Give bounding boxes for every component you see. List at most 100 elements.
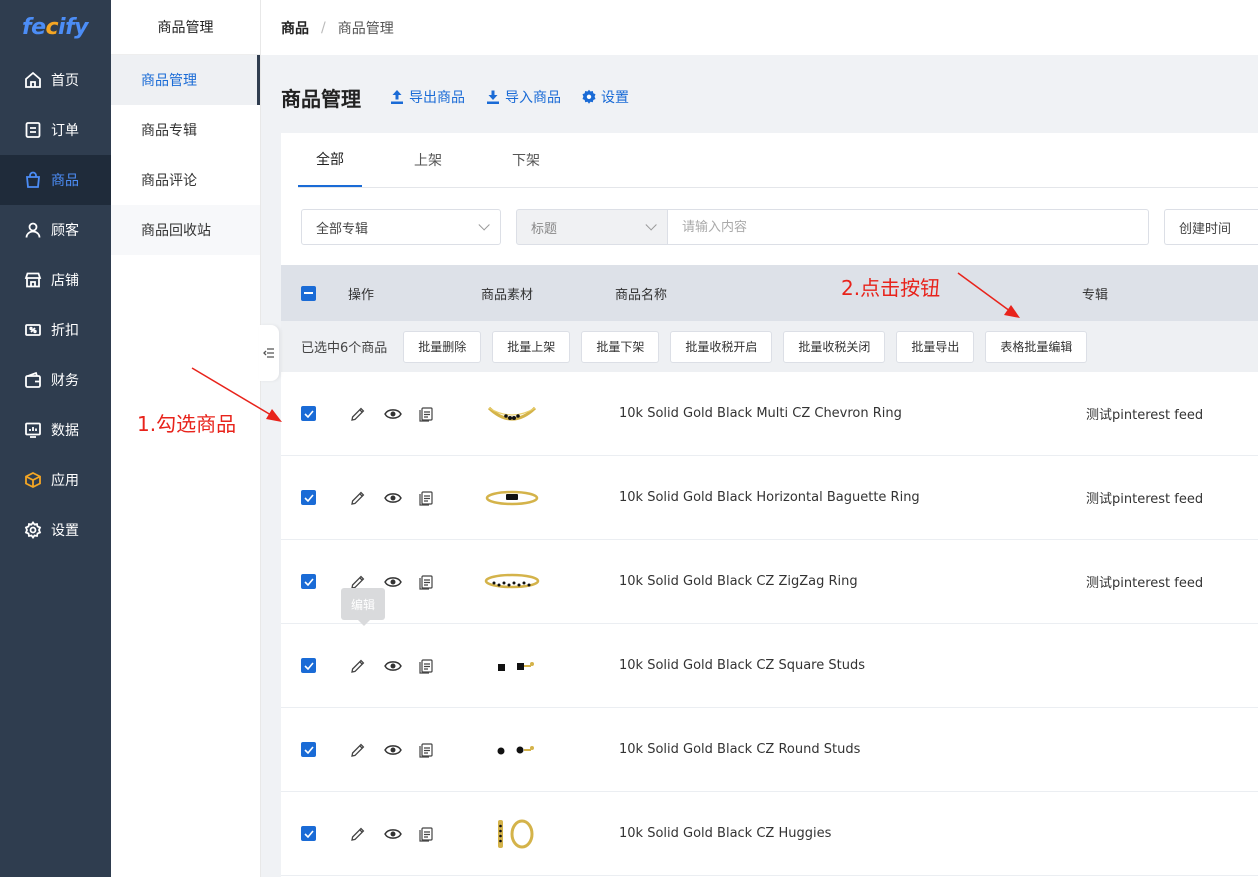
copy-doc-icon[interactable] xyxy=(416,572,436,592)
breadcrumb-root[interactable]: 商品 xyxy=(281,18,309,38)
export-products-button[interactable]: 导出商品 xyxy=(389,87,465,107)
sort-select-value: 创建时间 xyxy=(1179,221,1232,237)
collapse-sidebar-icon[interactable] xyxy=(259,325,279,381)
product-list-card: 全部 上架 下架 全部专辑 标题 创建时间 操作 商品素材 商品名称 专辑 已选… xyxy=(281,133,1258,877)
discount-icon xyxy=(23,320,43,340)
product-name[interactable]: 10k Solid Gold Black CZ ZigZag Ring xyxy=(619,574,858,589)
product-name[interactable]: 10k Solid Gold Black CZ Round Studs xyxy=(619,742,860,757)
row-checkbox[interactable] xyxy=(301,658,316,673)
nav-label-discount: 折扣 xyxy=(51,323,79,339)
row-checkbox[interactable] xyxy=(301,490,316,505)
product-album: 测试pinterest feed xyxy=(1086,492,1204,507)
product-name[interactable]: 10k Solid Gold Black Multi CZ Chevron Ri… xyxy=(619,406,902,421)
page-title: 商品管理 xyxy=(281,86,361,111)
edit-pencil-icon[interactable] xyxy=(348,656,368,676)
bulk-export-button[interactable]: 批量导出 xyxy=(896,330,975,363)
copy-doc-icon[interactable] xyxy=(416,404,436,424)
store-icon xyxy=(23,270,43,290)
album-select-value: 全部专辑 xyxy=(316,221,369,237)
breadcrumb-separator: / xyxy=(321,19,326,36)
tab-off-shelf[interactable]: 下架 xyxy=(494,133,558,187)
nav-item-discount[interactable]: 折扣 xyxy=(0,305,111,355)
nav-item-apps[interactable]: 应用 xyxy=(0,455,111,505)
row-checkbox[interactable] xyxy=(301,742,316,757)
preview-eye-icon[interactable] xyxy=(383,656,403,676)
preview-eye-icon[interactable] xyxy=(383,404,403,424)
gear-icon xyxy=(582,89,596,104)
product-thumbnail xyxy=(480,394,544,434)
row-checkbox[interactable] xyxy=(301,574,316,589)
nav-label-data: 数据 xyxy=(51,423,79,439)
copy-doc-icon[interactable] xyxy=(416,824,436,844)
edit-pencil-icon[interactable] xyxy=(348,740,368,760)
filter-row: 全部专辑 标题 创建时间 xyxy=(301,209,1258,245)
search-field-select[interactable]: 标题 xyxy=(516,209,668,245)
sort-select[interactable]: 创建时间 xyxy=(1164,209,1258,245)
subnav-title: 商品管理 xyxy=(111,0,260,55)
search-input[interactable] xyxy=(668,209,1149,245)
settings-link-label: 设置 xyxy=(601,90,629,106)
product-name[interactable]: 10k Solid Gold Black CZ Square Studs xyxy=(619,658,865,673)
table-row: 10k Solid Gold Black CZ Huggies xyxy=(281,792,1258,876)
copy-doc-icon[interactable] xyxy=(416,488,436,508)
bulk-tax-off-button[interactable]: 批量收税关闭 xyxy=(783,330,886,363)
bulk-action-bar: 已选中6个商品 批量删除 批量上架 批量下架 批量收税开启 批量收税关闭 批量导… xyxy=(281,321,1258,372)
preview-eye-icon[interactable] xyxy=(383,488,403,508)
copy-doc-icon[interactable] xyxy=(416,740,436,760)
tab-on-shelf[interactable]: 上架 xyxy=(396,133,460,187)
subnav-item-product-reviews[interactable]: 商品评论 xyxy=(111,155,260,205)
annotation-step2: 2.点击按钮 xyxy=(841,276,941,300)
main-sidebar: fe c ify 首页 订单 商品 顾客 店铺 折扣 财务 数据 应用 设置 xyxy=(0,0,111,877)
import-products-button[interactable]: 导入商品 xyxy=(485,87,561,107)
breadcrumb-current: 商品管理 xyxy=(337,20,394,37)
subnav-item-product-management[interactable]: 商品管理 xyxy=(111,55,260,105)
upload-icon xyxy=(391,90,403,104)
edit-pencil-icon[interactable] xyxy=(348,824,368,844)
nav-item-settings[interactable]: 设置 xyxy=(0,505,111,555)
nav-label-home: 首页 xyxy=(51,73,79,89)
logo-text-end: ify xyxy=(58,15,88,40)
product-thumbnail xyxy=(480,814,544,854)
nav-item-data[interactable]: 数据 xyxy=(0,405,111,455)
selected-count: 已选中6个商品 xyxy=(301,341,388,356)
copy-doc-icon[interactable] xyxy=(416,656,436,676)
status-tabs: 全部 上架 下架 xyxy=(298,133,1258,188)
table-row: 10k Solid Gold Black CZ Square Studs xyxy=(281,624,1258,708)
fecify-logo[interactable]: fe c ify xyxy=(0,0,111,55)
nav-item-finance[interactable]: 财务 xyxy=(0,355,111,405)
tab-all[interactable]: 全部 xyxy=(298,133,362,187)
edit-pencil-icon[interactable] xyxy=(348,488,368,508)
row-checkbox[interactable] xyxy=(301,406,316,421)
nav-item-products[interactable]: 商品 xyxy=(0,155,111,205)
row-checkbox[interactable] xyxy=(301,826,316,841)
product-name[interactable]: 10k Solid Gold Black Horizontal Baguette… xyxy=(619,490,920,505)
wallet-icon xyxy=(23,370,43,390)
edit-pencil-icon[interactable] xyxy=(348,404,368,424)
settings-link-button[interactable]: 设置 xyxy=(581,87,629,107)
nav-label-customers: 顾客 xyxy=(51,223,79,239)
subnav-item-product-albums[interactable]: 商品专辑 xyxy=(111,105,260,155)
nav-label-products: 商品 xyxy=(51,173,79,189)
product-name[interactable]: 10k Solid Gold Black CZ Huggies xyxy=(619,826,831,841)
app-box-icon xyxy=(23,470,43,490)
column-header-name: 商品名称 xyxy=(615,287,668,303)
bulk-off-shelf-button[interactable]: 批量下架 xyxy=(581,330,660,363)
nav-item-store[interactable]: 店铺 xyxy=(0,255,111,305)
user-icon xyxy=(23,220,43,240)
preview-eye-icon[interactable] xyxy=(383,824,403,844)
nav-item-orders[interactable]: 订单 xyxy=(0,105,111,155)
nav-item-customers[interactable]: 顾客 xyxy=(0,205,111,255)
bulk-delete-button[interactable]: 批量删除 xyxy=(403,330,482,363)
bulk-on-shelf-button[interactable]: 批量上架 xyxy=(492,330,571,363)
bulk-table-edit-button[interactable]: 表格批量编辑 xyxy=(985,330,1088,363)
select-all-checkbox[interactable] xyxy=(301,285,316,301)
preview-eye-icon[interactable] xyxy=(383,572,403,592)
bulk-tax-on-button[interactable]: 批量收税开启 xyxy=(670,330,773,363)
preview-eye-icon[interactable] xyxy=(383,740,403,760)
nav-item-home[interactable]: 首页 xyxy=(0,55,111,105)
product-album: 测试pinterest feed xyxy=(1086,408,1204,423)
breadcrumb: 商品 / 商品管理 xyxy=(261,0,1258,55)
album-select[interactable]: 全部专辑 xyxy=(301,209,501,245)
table-row: 10k Solid Gold Black CZ Round Studs xyxy=(281,708,1258,792)
subnav-item-recycle-bin[interactable]: 商品回收站 xyxy=(111,205,260,255)
